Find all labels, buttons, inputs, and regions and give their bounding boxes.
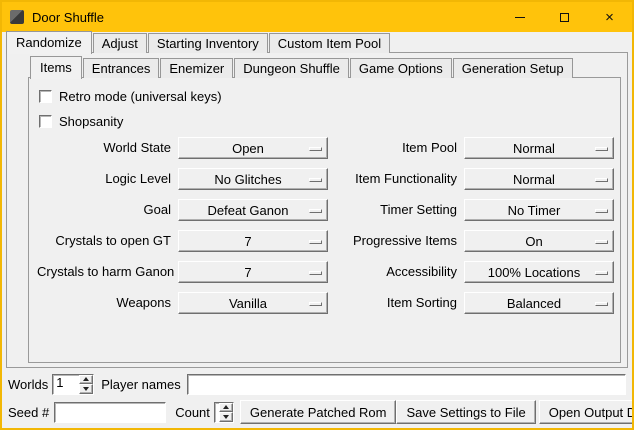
- tab-randomize[interactable]: Randomize: [6, 31, 92, 54]
- subtab-game-options[interactable]: Game Options: [350, 58, 452, 78]
- goal-label: Goal: [37, 199, 171, 221]
- tab-custom-item-pool[interactable]: Custom Item Pool: [269, 33, 390, 53]
- arrow-up-icon: [83, 377, 89, 381]
- weapons-label: Weapons: [37, 292, 171, 314]
- checkbox-retro-mode[interactable]: Retro mode (universal keys): [39, 86, 612, 106]
- item-functionality-label: Item Functionality: [335, 168, 457, 190]
- menu-indicator-icon: [595, 302, 608, 306]
- subtab-dungeon-shuffle[interactable]: Dungeon Shuffle: [234, 58, 349, 78]
- titlebar[interactable]: Door Shuffle ×: [2, 2, 632, 32]
- accessibility-label: Accessibility: [335, 261, 457, 283]
- timer-setting-label: Timer Setting: [335, 199, 457, 221]
- checkbox-label: Shopsanity: [59, 114, 123, 129]
- checkbox-box: [39, 115, 52, 128]
- checkbox-box: [39, 90, 52, 103]
- items-pane: Retro mode (universal keys) Shopsanity W…: [28, 77, 621, 363]
- count-input[interactable]: [215, 403, 218, 418]
- multiworld-bar: Worlds Player names: [8, 373, 626, 395]
- player-names-label: Player names: [101, 377, 180, 392]
- door-shuffle-window: Door Shuffle × Randomize Adjust Starting…: [0, 0, 634, 430]
- generate-bar: Seed # Count Generate Patched Rom Save S…: [8, 400, 626, 424]
- worlds-label: Worlds: [8, 377, 48, 392]
- crystals-open-gt-label: Crystals to open GT: [37, 230, 171, 252]
- menu-indicator-icon: [595, 147, 608, 151]
- dropdown-accessibility[interactable]: 100% Locations: [464, 261, 614, 283]
- app-icon: [10, 10, 24, 24]
- worlds-spin-down-button[interactable]: [79, 384, 93, 394]
- item-sorting-label: Item Sorting: [335, 292, 457, 314]
- menu-indicator-icon: [309, 240, 322, 244]
- worlds-spinner: [52, 374, 94, 395]
- subtab-entrances[interactable]: Entrances: [83, 58, 160, 78]
- dropdown-goal[interactable]: Defeat Ganon: [178, 199, 328, 221]
- dropdown-item-functionality[interactable]: Normal: [464, 168, 614, 190]
- arrow-down-icon: [83, 387, 89, 391]
- subtab-enemizer[interactable]: Enemizer: [160, 58, 233, 78]
- dropdown-item-pool[interactable]: Normal: [464, 137, 614, 159]
- progressive-items-label: Progressive Items: [335, 230, 457, 252]
- worlds-spin-up-button[interactable]: [79, 375, 93, 385]
- menu-indicator-icon: [309, 209, 322, 213]
- world-state-label: World State: [37, 137, 171, 159]
- main-tabbar: Randomize Adjust Starting Inventory Cust…: [2, 32, 632, 52]
- dropdown-crystals-open-gt[interactable]: 7: [178, 230, 328, 252]
- count-label: Count: [175, 405, 210, 420]
- dropdown-progressive-items[interactable]: On: [464, 230, 614, 252]
- item-pool-label: Item Pool: [335, 137, 457, 159]
- menu-indicator-icon: [595, 209, 608, 213]
- count-spin-up-button[interactable]: [219, 403, 233, 413]
- seed-input[interactable]: [54, 402, 166, 423]
- menu-indicator-icon: [595, 240, 608, 244]
- menu-indicator-icon: [595, 178, 608, 182]
- menu-indicator-icon: [309, 271, 322, 275]
- generate-patched-rom-button[interactable]: Generate Patched Rom: [240, 400, 397, 424]
- maximize-button[interactable]: [542, 2, 587, 32]
- menu-indicator-icon: [309, 178, 322, 182]
- minimize-icon: [515, 17, 525, 18]
- menu-indicator-icon: [309, 302, 322, 306]
- window-title: Door Shuffle: [32, 10, 497, 25]
- dropdown-world-state[interactable]: Open: [178, 137, 328, 159]
- randomize-pane: Items Entrances Enemizer Dungeon Shuffle…: [6, 52, 628, 368]
- window-controls: ×: [497, 2, 632, 32]
- dropdown-timer-setting[interactable]: No Timer: [464, 199, 614, 221]
- menu-indicator-icon: [309, 147, 322, 151]
- tab-starting-inventory[interactable]: Starting Inventory: [148, 33, 268, 53]
- close-button[interactable]: ×: [587, 2, 632, 32]
- close-icon: ×: [605, 10, 614, 25]
- checkbox-label: Retro mode (universal keys): [59, 89, 222, 104]
- dropdown-crystals-harm-ganon[interactable]: 7: [178, 261, 328, 283]
- tab-adjust[interactable]: Adjust: [93, 33, 147, 53]
- dropdown-item-sorting[interactable]: Balanced: [464, 292, 614, 314]
- dropdown-logic-level[interactable]: No Glitches: [178, 168, 328, 190]
- count-spin-down-button[interactable]: [219, 412, 233, 422]
- worlds-input[interactable]: [53, 375, 78, 390]
- dropdown-weapons[interactable]: Vanilla: [178, 292, 328, 314]
- subtab-items[interactable]: Items: [30, 56, 82, 79]
- save-settings-button[interactable]: Save Settings to File: [396, 400, 535, 424]
- open-output-directory-button[interactable]: Open Output Directory: [539, 400, 634, 424]
- settings-grid: World State Open Item Pool Normal Logic …: [37, 137, 612, 314]
- arrow-down-icon: [223, 415, 229, 419]
- maximize-icon: [560, 13, 569, 22]
- count-spinner: [214, 402, 234, 423]
- menu-indicator-icon: [595, 271, 608, 275]
- player-names-input[interactable]: [187, 374, 626, 395]
- seed-label: Seed #: [8, 405, 49, 420]
- crystals-harm-ganon-label: Crystals to harm Ganon: [37, 261, 171, 283]
- sub-tabbar: Items Entrances Enemizer Dungeon Shuffle…: [28, 57, 621, 77]
- arrow-up-icon: [223, 405, 229, 409]
- subtab-generation-setup[interactable]: Generation Setup: [453, 58, 573, 78]
- minimize-button[interactable]: [497, 2, 542, 32]
- logic-level-label: Logic Level: [37, 168, 171, 190]
- checkbox-shopsanity[interactable]: Shopsanity: [39, 111, 612, 131]
